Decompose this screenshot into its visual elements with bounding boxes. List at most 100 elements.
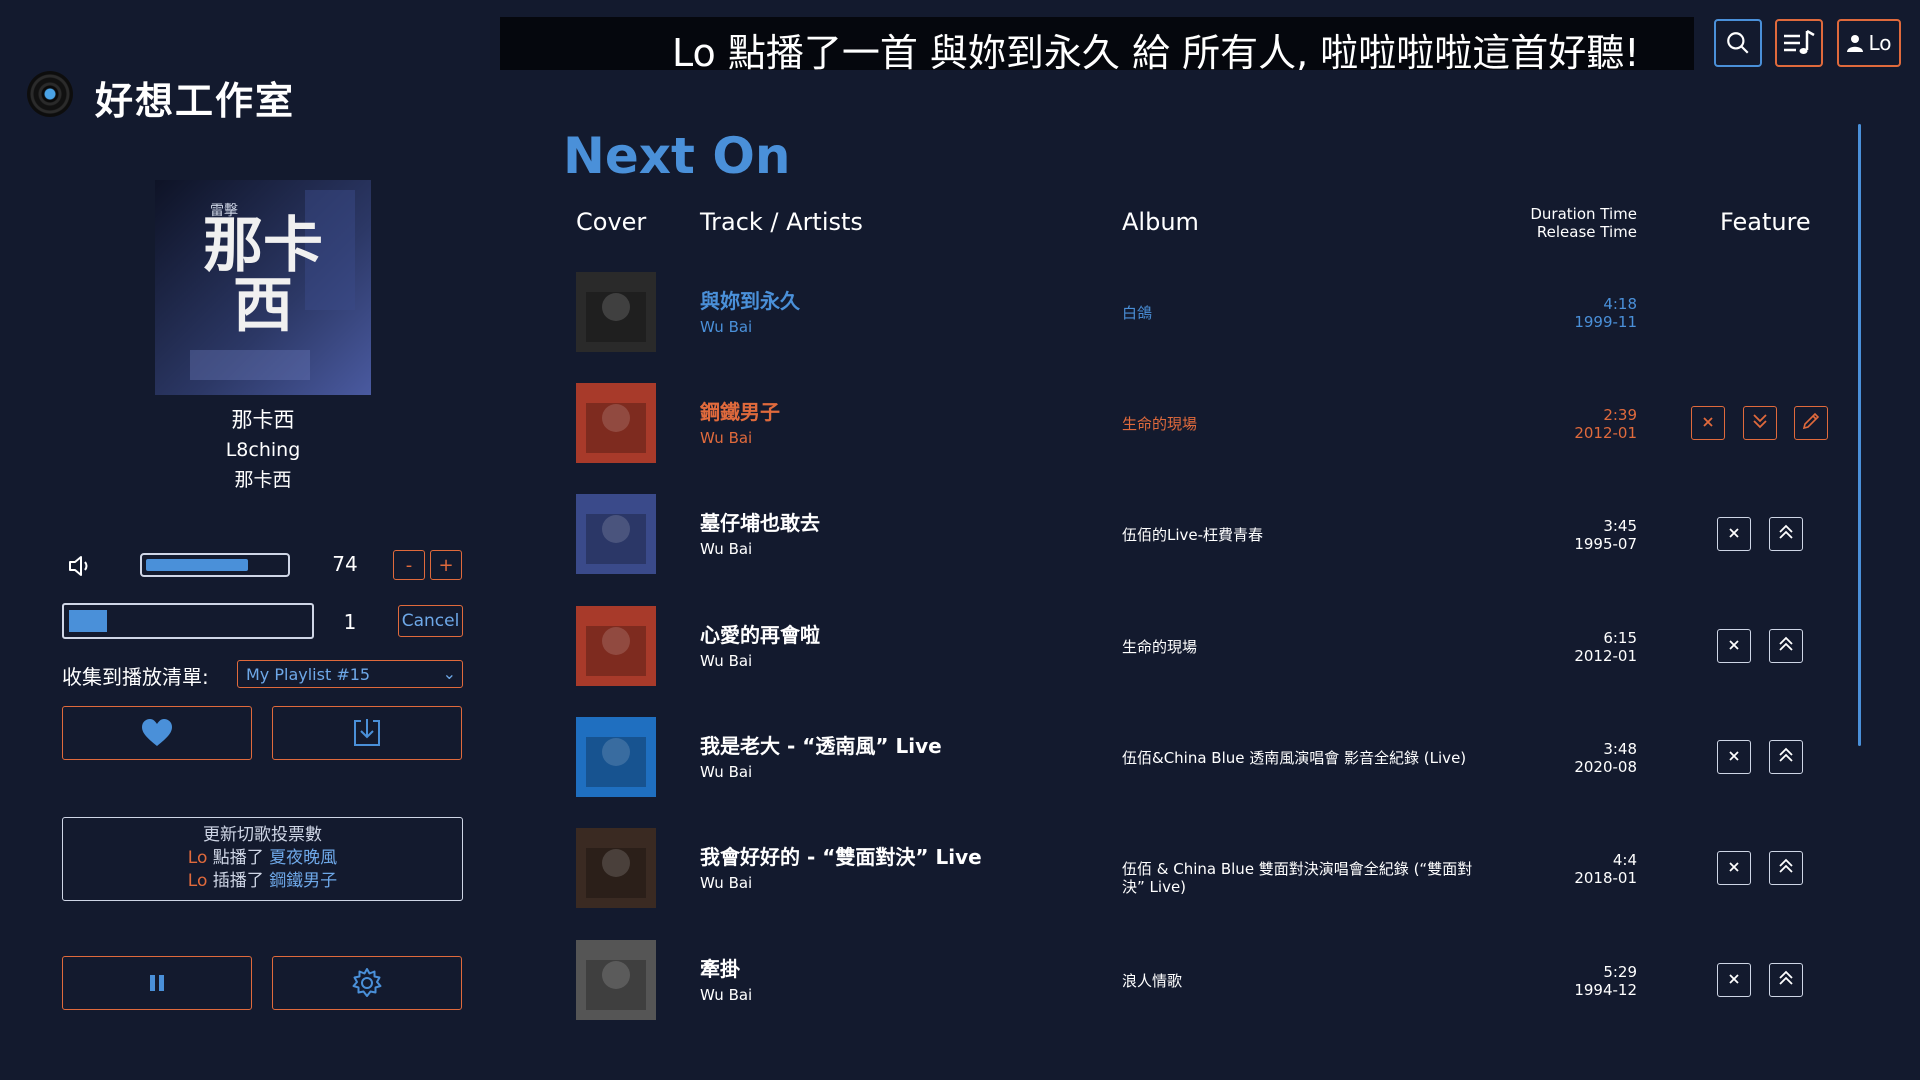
user-icon (1847, 35, 1864, 52)
track-row[interactable]: 我會好好的 - “雙面對決” Live Wu Bai 伍佰 & China Blue… (0, 828, 1920, 939)
double-chevron-up-icon (1776, 856, 1796, 880)
pencil-icon (1801, 411, 1821, 435)
app-title: 好想工作室 (95, 79, 296, 123)
queue-button[interactable] (1775, 19, 1823, 67)
track-duration: 3:48 (1603, 740, 1637, 758)
remove-button[interactable] (1717, 963, 1751, 997)
track-release: 2020-08 (1574, 758, 1637, 776)
track-duration: 4:4 (1612, 851, 1637, 869)
track-release: 1994-12 (1574, 981, 1637, 999)
user-name: Lo (1868, 31, 1892, 55)
track-duration-release: 6:15 2012-01 (1500, 629, 1637, 665)
move-up-button[interactable] (1769, 629, 1803, 663)
track-title[interactable]: 我會好好的 - “雙面對決” Live (700, 841, 982, 870)
track-title[interactable]: 與妳到永久 (700, 285, 800, 314)
track-cover (576, 383, 656, 463)
vinyl-logo-icon (27, 71, 73, 117)
move-up-button[interactable] (1769, 740, 1803, 774)
track-album: 伍佰的Live-枉費青春 (1122, 526, 1264, 544)
search-icon (1727, 32, 1749, 54)
track-album: 伍佰 & China Blue 雙面對決演唱會全紀錄 (“雙面對決” Live) (1122, 860, 1473, 896)
track-cover (576, 828, 656, 908)
track-duration-release: 2:39 2012-01 (1500, 406, 1637, 442)
track-artist: Wu Bai (700, 986, 753, 1004)
track-duration-release: 5:29 1994-12 (1500, 963, 1637, 999)
move-up-button[interactable] (1769, 851, 1803, 885)
track-artist: Wu Bai (700, 763, 753, 781)
move-down-button[interactable] (1743, 406, 1777, 440)
column-header-duration: Duration Time Release Time (1497, 205, 1637, 241)
double-chevron-up-icon (1776, 745, 1796, 769)
track-duration: 3:45 (1603, 517, 1637, 535)
column-header-album: Album (1122, 208, 1199, 236)
track-row[interactable]: 我是老大 - “透南風” Live Wu Bai 伍佰&China Blue 透南風… (0, 717, 1920, 828)
column-header-track: Track / Artists (700, 208, 863, 236)
track-album: 白鴿 (1122, 304, 1153, 322)
next-on-heading: Next On (563, 127, 791, 185)
track-duration: 5:29 (1603, 963, 1637, 981)
track-title[interactable]: 墓仔埔也敢去 (700, 507, 820, 536)
track-release: 2018-01 (1574, 869, 1637, 887)
column-header-feature: Feature (1720, 208, 1811, 236)
double-chevron-up-icon (1776, 968, 1796, 992)
edit-button[interactable] (1794, 406, 1828, 440)
close-icon (1727, 748, 1741, 767)
track-release: 2012-01 (1574, 424, 1637, 442)
track-release: 1999-11 (1574, 313, 1637, 331)
track-artist: Wu Bai (700, 318, 753, 336)
double-chevron-up-icon (1776, 522, 1796, 546)
track-row[interactable]: 墓仔埔也敢去 Wu Bai 伍佰的Live-枉費青春 3:45 1995-07 (0, 494, 1920, 605)
search-button[interactable] (1714, 19, 1762, 67)
track-title[interactable]: 鋼鐵男子 (700, 396, 780, 425)
column-header-cover: Cover (576, 208, 647, 236)
move-up-button[interactable] (1769, 517, 1803, 551)
track-artist: Wu Bai (700, 540, 753, 558)
remove-button[interactable] (1717, 740, 1751, 774)
track-duration: 6:15 (1603, 629, 1637, 647)
track-cover (576, 606, 656, 686)
track-duration-release: 4:18 1999-11 (1500, 295, 1637, 331)
album-art-small-text: 雷擊 (210, 203, 238, 219)
track-row[interactable]: 心愛的再會啦 Wu Bai 生命的現場 6:15 2012-01 (0, 606, 1920, 717)
music-queue-icon (1784, 29, 1815, 54)
column-header-duration-label: Duration Time (1530, 205, 1637, 223)
track-cover (576, 940, 656, 1020)
track-title[interactable]: 心愛的再會啦 (700, 619, 820, 648)
track-title[interactable]: 我是老大 - “透南風” Live (700, 730, 942, 759)
user-button[interactable]: Lo (1837, 19, 1901, 67)
track-release: 1995-07 (1574, 535, 1637, 553)
track-duration-release: 3:48 2020-08 (1500, 740, 1637, 776)
track-cover (576, 494, 656, 574)
remove-button[interactable] (1717, 629, 1751, 663)
marquee-text: Lo 點播了一首 與妳到永久 給 所有人, 啦啦啦啦這首好聽! (672, 31, 1640, 70)
track-album: 生命的現場 (1122, 415, 1198, 433)
track-title[interactable]: 牽掛 (700, 953, 740, 982)
track-duration-release: 3:45 1995-07 (1500, 517, 1637, 553)
track-artist: Wu Bai (700, 429, 753, 447)
close-icon (1727, 525, 1741, 544)
close-icon (1727, 971, 1741, 990)
track-cover (576, 717, 656, 797)
track-duration: 4:18 (1603, 295, 1637, 313)
move-up-button[interactable] (1769, 963, 1803, 997)
close-icon (1701, 414, 1715, 433)
track-duration-release: 4:4 2018-01 (1500, 851, 1637, 887)
track-album: 伍佰&China Blue 透南風演唱會 影音全紀錄 (Live) (1122, 749, 1467, 767)
track-release: 2012-01 (1574, 647, 1637, 665)
close-icon (1727, 859, 1741, 878)
track-duration: 2:39 (1603, 406, 1637, 424)
track-album: 浪人情歌 (1122, 972, 1183, 990)
double-chevron-down-icon (1750, 411, 1770, 435)
track-artist: Wu Bai (700, 652, 753, 670)
remove-button[interactable] (1691, 406, 1725, 440)
close-icon (1727, 637, 1741, 656)
column-header-release-label: Release Time (1536, 223, 1637, 241)
track-row[interactable]: 與妳到永久 Wu Bai 白鴿 4:18 1999-11 (0, 272, 1920, 383)
marquee-banner: Lo 點播了一首 與妳到永久 給 所有人, 啦啦啦啦這首好聽! (500, 17, 1694, 70)
track-row[interactable]: 牽掛 Wu Bai 浪人情歌 5:29 1994-12 (0, 940, 1920, 1051)
remove-button[interactable] (1717, 517, 1751, 551)
track-artist: Wu Bai (700, 874, 753, 892)
double-chevron-up-icon (1776, 634, 1796, 658)
remove-button[interactable] (1717, 851, 1751, 885)
track-row[interactable]: 鋼鐵男子 Wu Bai 生命的現場 2:39 2012-01 (0, 383, 1920, 494)
